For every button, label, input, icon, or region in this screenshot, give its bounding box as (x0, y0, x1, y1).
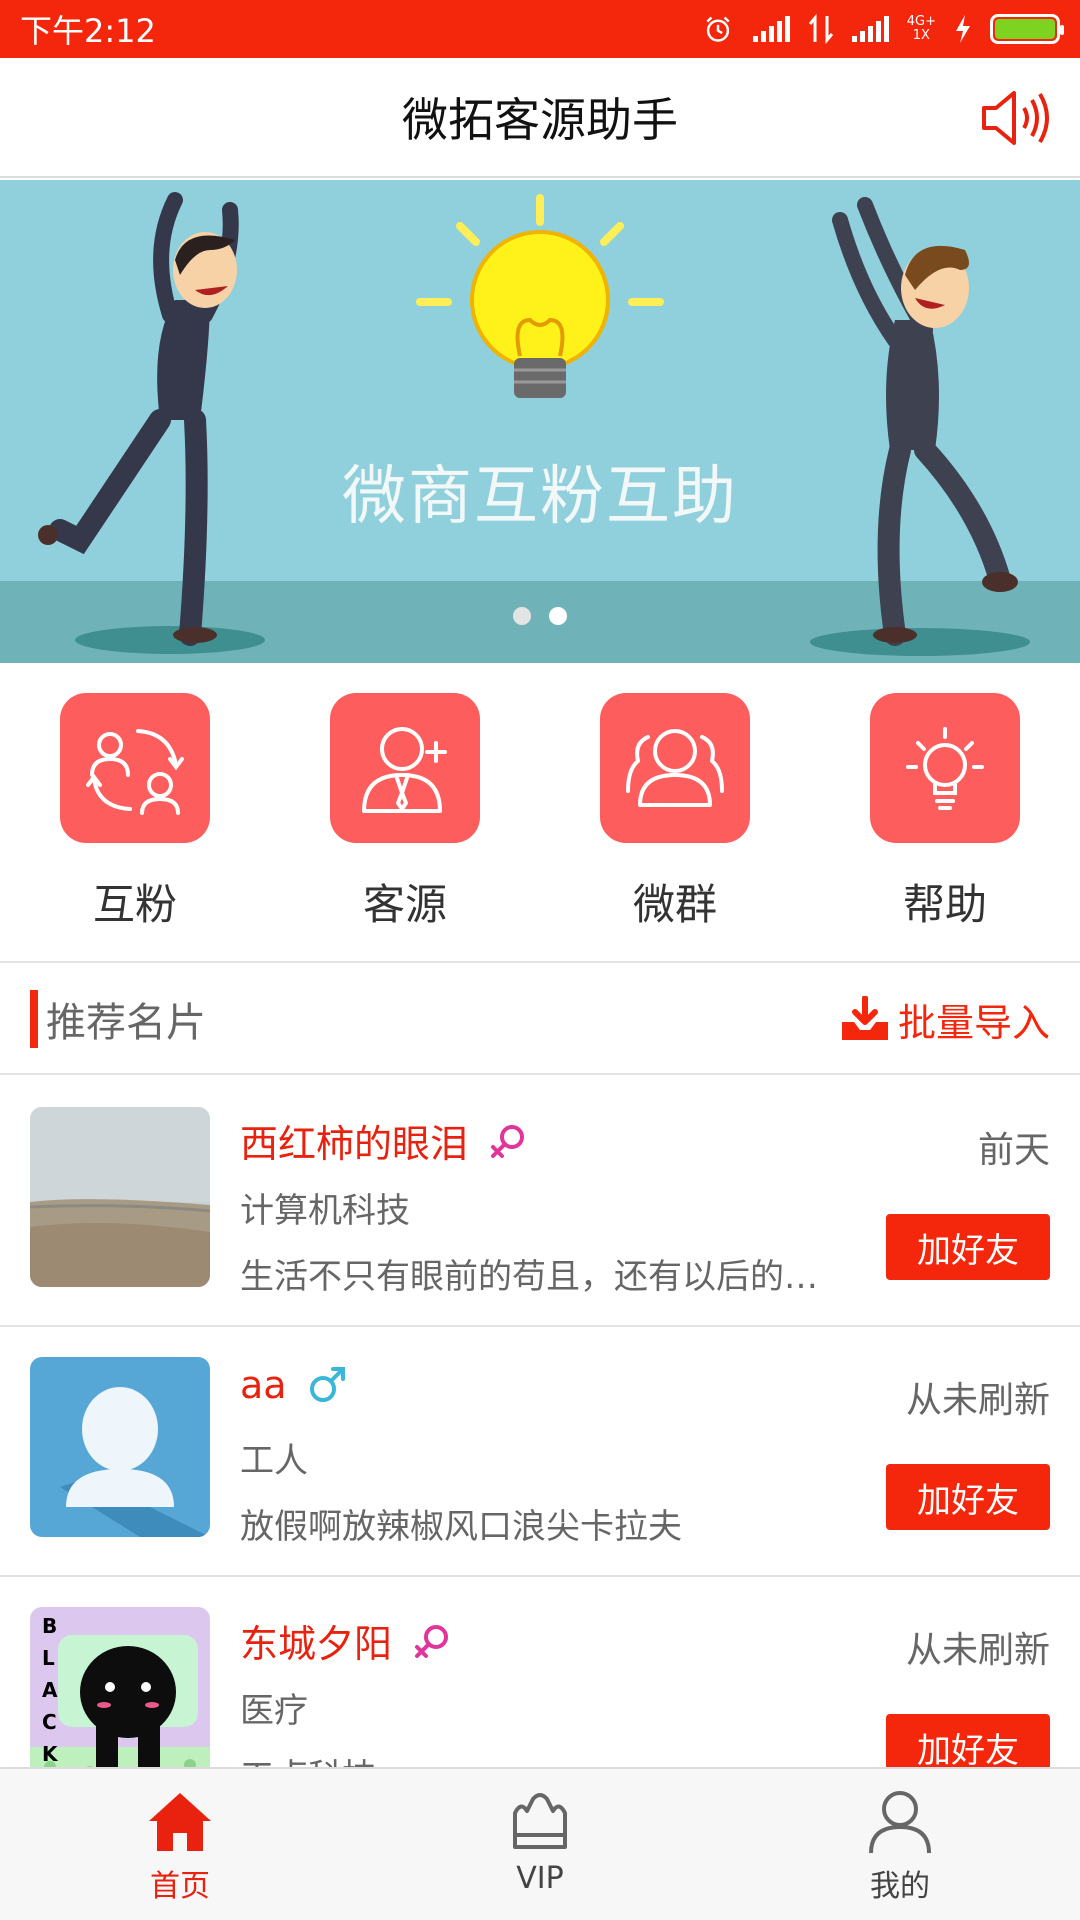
charging-icon (956, 15, 970, 43)
bottom-tab-bar: 首页 VIP 我的 (0, 1767, 1080, 1920)
svg-text:A: A (42, 1678, 58, 1702)
section-accent-bar (30, 990, 38, 1048)
quick-item-groups[interactable]: 微群 (540, 663, 810, 961)
contact-name: 西红柿的眼泪 (240, 1122, 469, 1166)
svg-text:C: C (42, 1710, 57, 1734)
status-icons: 4G+ 1X (701, 14, 1064, 44)
pagination-dot[interactable] (513, 607, 531, 625)
female-icon (415, 1624, 449, 1658)
add-friend-button[interactable]: 加好友 (886, 1714, 1050, 1767)
crown-icon (513, 1793, 567, 1849)
alarm-icon (706, 16, 730, 42)
quick-label: 微群 (632, 880, 717, 929)
section-title: 推荐名片 (46, 1000, 206, 1046)
add-friend-button[interactable]: 加好友 (886, 1464, 1050, 1530)
quick-actions: 互粉 客源 微群 帮助 (0, 663, 1080, 963)
contact-name: 东城夕阳 (240, 1622, 393, 1666)
battery-icon (990, 14, 1064, 44)
profile-icon (869, 1791, 931, 1854)
female-icon (491, 1124, 525, 1158)
app-header: 微拓客源助手 (0, 58, 1080, 178)
list-item[interactable]: B L A C K 东城夕阳 医疗 工卢科技 从未刷新 加好友 (0, 1577, 1080, 1767)
tab-home[interactable]: 首页 (0, 1769, 360, 1920)
tab-vip[interactable]: VIP (360, 1769, 720, 1920)
add-friend-button[interactable]: 加好友 (886, 1214, 1050, 1280)
list-item[interactable]: aa 工人 放假啊放辣椒风口浪尖卡拉夫 从未刷新 加好友 (0, 1327, 1080, 1577)
lightbulb-icon (870, 693, 1020, 843)
quick-label: 帮助 (902, 880, 987, 929)
speaker-icon[interactable] (980, 88, 1052, 148)
tab-label: 我的 (870, 1869, 930, 1904)
refresh-time: 前天 (977, 1130, 1050, 1171)
contact-occupation: 工人 (240, 1441, 308, 1481)
download-icon (841, 996, 888, 1040)
contact-description: 放假啊放辣椒风口浪尖卡拉夫 (240, 1507, 682, 1547)
signal-2-icon (851, 16, 889, 42)
promo-banner[interactable]: 微商互粉互助 (0, 180, 1080, 663)
quick-item-help[interactable]: 帮助 (810, 663, 1080, 961)
bulk-import-label: 批量导入 (897, 1000, 1050, 1045)
refresh-time: 从未刷新 (905, 1630, 1050, 1671)
quick-item-mutual-follow[interactable]: 互粉 (0, 663, 270, 961)
contact-occupation: 计算机科技 (240, 1191, 410, 1231)
contact-occupation: 医疗 (240, 1691, 308, 1731)
mutual-follow-icon (60, 693, 210, 843)
signal-icon (752, 16, 790, 42)
right-character (810, 197, 1030, 656)
avatar[interactable] (30, 1107, 210, 1287)
home-icon (149, 1793, 211, 1851)
bulk-import-button[interactable]: 批量导入 (840, 992, 1050, 1047)
lightbulb-illustration (416, 194, 664, 398)
svg-text:L: L (42, 1646, 55, 1670)
svg-text:K: K (42, 1742, 59, 1766)
tab-label: 首页 (150, 1869, 210, 1904)
status-time: 下午2:12 (20, 12, 156, 50)
quick-label: 客源 (362, 880, 447, 929)
contact-name-row: 西红柿的眼泪 (240, 1113, 528, 1168)
network-type: 4G+ 1X (906, 14, 936, 43)
recommend-card-list[interactable]: 西红柿的眼泪 计算机科技 生活不只有眼前的苟且，还有以后的… 前天 加好友 aa… (0, 1077, 1080, 1767)
status-bar: 下午2:12 4G+ 1X (0, 0, 1080, 58)
banner-slogan: 微商互粉互助 (342, 460, 738, 534)
quick-label: 互粉 (92, 880, 177, 929)
contact-description: 生活不只有眼前的苟且，还有以后的… (240, 1257, 818, 1297)
tab-mine[interactable]: 我的 (720, 1769, 1080, 1920)
list-item[interactable]: 西红柿的眼泪 计算机科技 生活不只有眼前的苟且，还有以后的… 前天 加好友 (0, 1077, 1080, 1327)
tab-label: VIP (516, 1861, 564, 1896)
group-icon (600, 693, 750, 843)
banner-illustration (38, 192, 1030, 656)
contact-name-row: aa (240, 1363, 347, 1407)
add-customer-icon (330, 693, 480, 843)
contact-name-row: 东城夕阳 (240, 1613, 452, 1668)
data-transfer-icon (808, 14, 833, 44)
page-title: 微拓客源助手 (402, 93, 678, 147)
refresh-time: 从未刷新 (905, 1380, 1050, 1421)
quick-item-customers[interactable]: 客源 (270, 663, 540, 961)
recommend-section-header: 推荐名片 批量导入 (0, 965, 1080, 1075)
banner-pagination (0, 607, 1080, 625)
pagination-dot-active[interactable] (549, 607, 567, 625)
contact-name: aa (240, 1363, 287, 1407)
avatar[interactable] (30, 1357, 210, 1537)
contact-description: 工卢科技 (240, 1749, 840, 1767)
avatar[interactable]: B L A C K (30, 1607, 210, 1767)
svg-text:B: B (42, 1614, 57, 1638)
male-icon (309, 1367, 345, 1402)
left-character (38, 192, 265, 654)
